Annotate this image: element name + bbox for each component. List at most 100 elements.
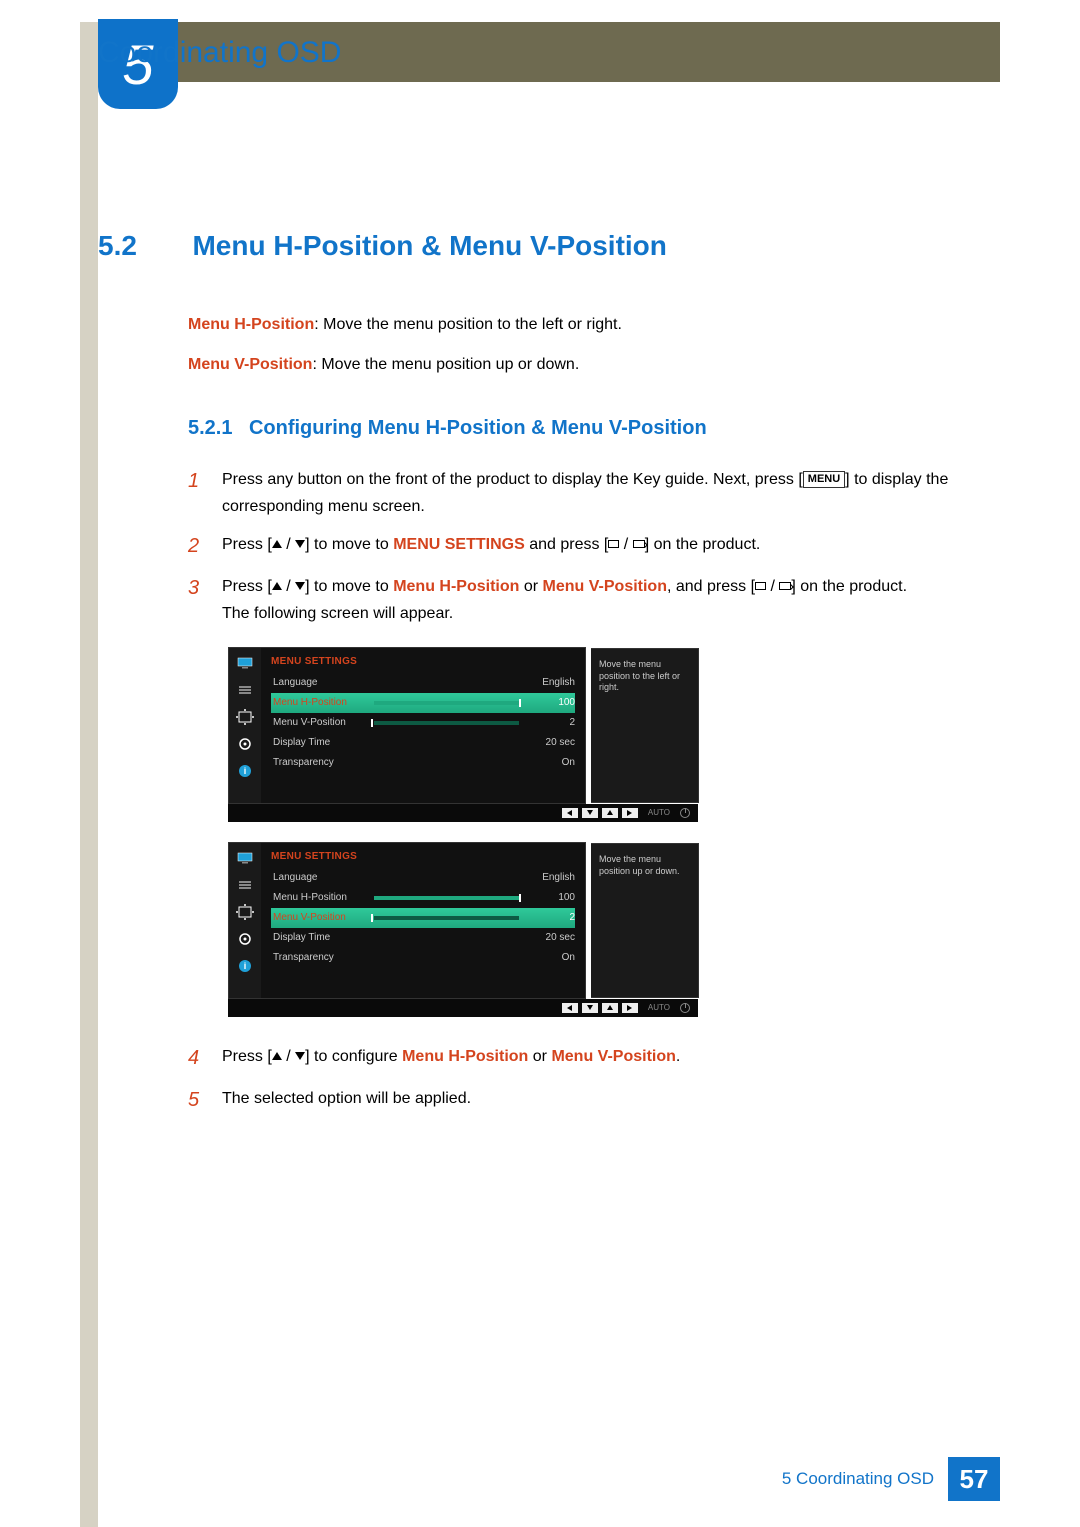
osd-label: Menu V-Position	[273, 912, 368, 923]
size-icon	[236, 710, 254, 724]
osd-slider	[374, 916, 519, 920]
step-text: Press [	[222, 1048, 272, 1065]
footer-chapter-label: 5 Coordinating OSD	[782, 1469, 934, 1489]
step-text: and press [	[525, 536, 609, 553]
step-subtext: The following screen will appear.	[222, 600, 1000, 627]
auto-label: AUTO	[642, 1003, 676, 1012]
enter-button-icon	[779, 582, 791, 590]
osd-value: English	[525, 872, 575, 883]
up-arrow-icon	[602, 808, 618, 818]
up-arrow-icon	[272, 540, 282, 548]
down-arrow-icon	[295, 540, 305, 548]
osd-value: 2	[525, 717, 575, 728]
list-icon	[236, 683, 254, 697]
section-description: Menu H-Position: Move the menu position …	[188, 312, 1000, 377]
section-number: 5.2	[98, 230, 188, 262]
steps-list: 1 Press any button on the front of the p…	[188, 464, 1000, 627]
osd-value: English	[525, 677, 575, 688]
rect-button-icon	[608, 540, 619, 548]
osd-heading: MENU SETTINGS	[271, 851, 575, 862]
osd-row-display-time: Display Time20 sec	[271, 928, 575, 948]
down-arrow-icon	[582, 1003, 598, 1013]
osd-label: Language	[273, 872, 368, 883]
enter-button-icon	[633, 540, 645, 548]
menu-button-icon: MENU	[803, 471, 845, 488]
osd-label: Transparency	[273, 952, 368, 963]
step-2: 2 Press [ / ] to move to MENU SETTINGS a…	[188, 529, 1000, 563]
osd-label: Menu H-Position	[273, 892, 368, 903]
h-position-desc: : Move the menu position to the left or …	[314, 316, 622, 333]
right-arrow-icon	[622, 808, 638, 818]
power-icon	[680, 1003, 690, 1013]
osd-value: 100	[525, 892, 575, 903]
step-text: or	[519, 578, 542, 595]
osd-label: Transparency	[273, 757, 368, 768]
v-position-ref: Menu V-Position	[543, 578, 667, 595]
step-text: Press any button on the front of the pro…	[222, 471, 803, 488]
osd-slider	[374, 701, 519, 705]
section-title: Menu H-Position & Menu V-Position	[192, 230, 666, 262]
step-number: 1	[188, 464, 222, 520]
step-text: ] on the product.	[791, 578, 907, 595]
osd-label: Menu H-Position	[273, 697, 368, 708]
subsection-header: 5.2.1 Configuring Menu H-Position & Menu…	[188, 417, 1000, 440]
page-footer: 5 Coordinating OSD 57	[98, 1457, 1000, 1501]
osd-slider	[374, 896, 519, 900]
step-text: Press [	[222, 578, 272, 595]
svg-text:i: i	[244, 766, 247, 776]
osd-side-icons: i	[229, 648, 261, 803]
osd-value: On	[525, 952, 575, 963]
osd-row-display-time: Display Time 20 sec	[271, 733, 575, 753]
info-icon: i	[236, 959, 254, 973]
osd-footer-controls: AUTO	[228, 804, 698, 822]
left-sidebar-strip	[80, 22, 98, 1527]
section-header: 5.2 Menu H-Position & Menu V-Position	[98, 230, 1000, 262]
step-1: 1 Press any button on the front of the p…	[188, 464, 1000, 520]
auto-label: AUTO	[642, 808, 676, 817]
osd-screenshot-1: i MENU SETTINGS LanguageEnglish Menu H-P…	[228, 647, 1000, 822]
osd-row-language: Language English	[271, 868, 575, 888]
list-icon	[236, 878, 254, 892]
osd-label: Menu V-Position	[273, 717, 368, 728]
step-4: 4 Press [ / ] to configure Menu H-Positi…	[188, 1041, 1000, 1075]
steps-list-cont: 4 Press [ / ] to configure Menu H-Positi…	[188, 1041, 1000, 1117]
osd-row-v-position: Menu V-Position 2	[271, 713, 575, 733]
h-position-ref: Menu H-Position	[402, 1048, 528, 1065]
step-number: 5	[188, 1083, 222, 1117]
step-5: 5 The selected option will be applied.	[188, 1083, 1000, 1117]
monitor-icon	[236, 851, 254, 865]
osd-label: Display Time	[273, 737, 368, 748]
osd-label: Language	[273, 677, 368, 688]
osd-row-transparency: Transparency On	[271, 948, 575, 968]
subsection-number: 5.2.1	[188, 417, 232, 439]
step-text: Press [	[222, 536, 272, 553]
up-arrow-icon	[272, 582, 282, 590]
osd-value: 2	[525, 912, 575, 923]
up-arrow-icon	[272, 1052, 282, 1060]
step-number: 3	[188, 571, 222, 627]
left-arrow-icon	[562, 1003, 578, 1013]
osd-side-icons: i	[229, 843, 261, 998]
osd-slider	[374, 721, 519, 725]
step-3: 3 Press [ / ] to move to Menu H-Position…	[188, 571, 1000, 627]
down-arrow-icon	[295, 1052, 305, 1060]
subsection-title: Configuring Menu H-Position & Menu V-Pos…	[249, 417, 707, 439]
step-text: or	[528, 1048, 551, 1065]
power-icon	[680, 808, 690, 818]
h-position-ref: Menu H-Position	[393, 578, 519, 595]
v-position-ref: Menu V-Position	[551, 1048, 675, 1065]
gear-icon	[236, 737, 254, 751]
osd-row-v-position-selected: Menu V-Position 2	[271, 908, 575, 928]
osd-row-transparency: TransparencyOn	[271, 753, 575, 773]
step-number: 2	[188, 529, 222, 563]
step-text: ] to configure	[305, 1048, 402, 1065]
osd-screenshot-2: i MENU SETTINGS Language English Menu H-P…	[228, 842, 1000, 1017]
osd-tooltip: Move the menu position to the left or ri…	[591, 648, 699, 803]
step-text: , and press [	[667, 578, 755, 595]
rect-button-icon	[755, 582, 766, 590]
right-arrow-icon	[622, 1003, 638, 1013]
osd-row-h-position-selected: Menu H-Position100	[271, 693, 575, 713]
osd-value: 20 sec	[525, 737, 575, 748]
down-arrow-icon	[295, 582, 305, 590]
osd-label: Display Time	[273, 932, 368, 943]
